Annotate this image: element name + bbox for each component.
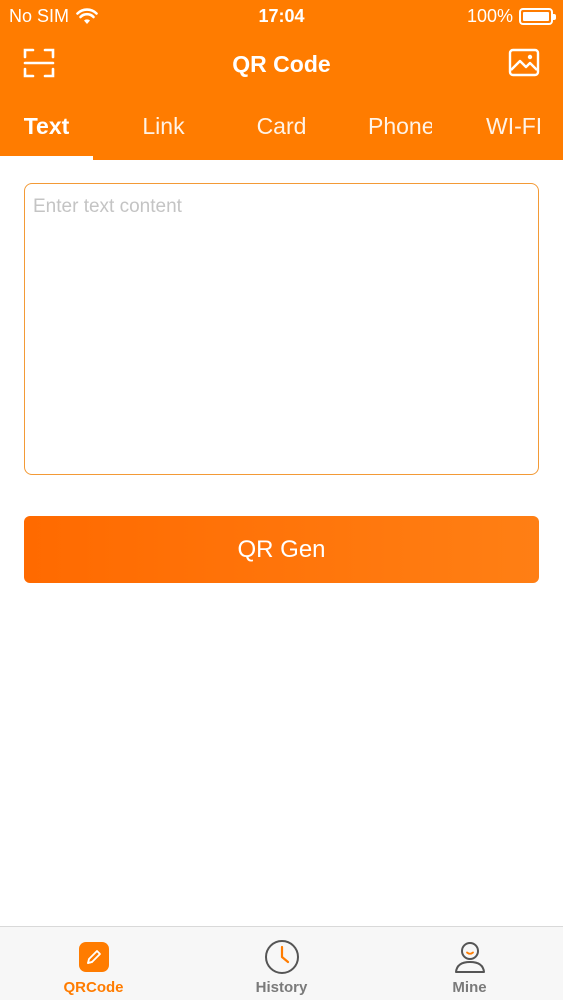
bottom-tab-label: History xyxy=(255,979,308,996)
bottom-tab-label: Mine xyxy=(452,979,487,996)
tab-phone[interactable]: Phone xyxy=(340,100,432,160)
bottom-tab-mine[interactable]: Mine xyxy=(376,927,563,1000)
tab-card[interactable]: Card xyxy=(223,100,340,160)
category-tabs: Text Link Card Phone WI-FI xyxy=(0,100,563,160)
status-battery: 100% xyxy=(466,6,556,27)
gallery-button[interactable] xyxy=(507,46,541,80)
tab-link[interactable]: Link xyxy=(105,100,222,160)
qr-gen-button[interactable]: QR Gen xyxy=(24,516,539,583)
battery-percent: 100% xyxy=(466,6,513,26)
header: No SIM 17:04 100% QR Code Text Link Card… xyxy=(0,0,563,160)
battery-level xyxy=(523,12,549,21)
tab-text[interactable]: Text xyxy=(0,100,105,160)
bottom-tab-bar: QRCode History Mine xyxy=(0,926,563,1000)
user-icon xyxy=(452,939,488,975)
pencil-icon xyxy=(76,939,112,975)
tab-wifi[interactable]: WI-FI xyxy=(458,100,563,160)
bottom-tab-qrcode[interactable]: QRCode xyxy=(0,927,187,1000)
bottom-tab-history[interactable]: History xyxy=(188,927,375,1000)
clock-icon xyxy=(264,939,300,975)
active-tab-indicator xyxy=(0,156,93,160)
bottom-tab-label: QRCode xyxy=(63,979,124,996)
page-title: QR Code xyxy=(232,51,331,77)
nav-bar: QR Code xyxy=(0,38,563,88)
battery-icon xyxy=(519,8,556,25)
image-icon xyxy=(508,48,540,77)
text-content-input[interactable] xyxy=(24,183,539,475)
status-bar: No SIM 17:04 100% xyxy=(0,0,563,32)
